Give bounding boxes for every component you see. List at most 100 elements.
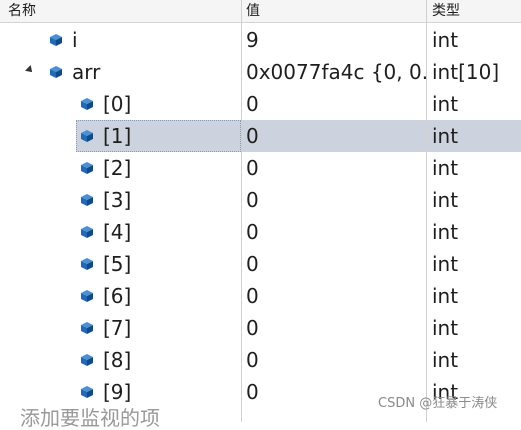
watch-header: 名称 值 类型 — [0, 0, 521, 23]
variable-type: int — [432, 156, 459, 180]
value-cell[interactable]: 0 — [242, 312, 426, 344]
type-cell: int — [427, 248, 521, 280]
variable-name: [4] — [103, 220, 132, 244]
watch-row-element[interactable]: [5] 0 int — [0, 248, 521, 280]
type-cell: int — [427, 280, 521, 312]
variable-value: 0 — [246, 252, 259, 276]
watch-row-i[interactable]: i 9 int — [0, 24, 521, 56]
variable-value: 0 — [246, 316, 259, 340]
name-cell: [1] — [0, 120, 241, 152]
variable-type: int — [432, 316, 459, 340]
variable-name: [7] — [103, 316, 132, 340]
value-cell[interactable]: 0 — [242, 248, 426, 280]
value-cell[interactable]: 0 — [242, 88, 426, 120]
type-cell: int — [427, 152, 521, 184]
type-cell: int — [427, 120, 521, 152]
name-cell: [0] — [0, 88, 241, 120]
type-cell: int — [427, 184, 521, 216]
variable-type: int — [432, 348, 459, 372]
variable-type: int — [432, 188, 459, 212]
variable-name: i — [72, 28, 78, 52]
variable-cube-icon — [81, 386, 93, 398]
type-cell: int — [427, 344, 521, 376]
add-watch-item-input[interactable]: 添加要监视的项 — [20, 406, 160, 430]
watch-row-element[interactable]: [8] 0 int — [0, 344, 521, 376]
watch-row-element[interactable]: [0] 0 int — [0, 88, 521, 120]
name-cell: [6] — [0, 280, 241, 312]
type-cell: int — [427, 312, 521, 344]
variable-name: [8] — [103, 348, 132, 372]
value-cell[interactable]: 0 — [242, 120, 426, 152]
column-header-type[interactable]: 类型 — [432, 0, 460, 22]
name-cell: [2] — [0, 152, 241, 184]
variable-value: 0 — [246, 348, 259, 372]
variable-cube-icon — [81, 258, 93, 270]
value-cell[interactable]: 9 — [242, 24, 426, 56]
watch-row-element[interactable]: [2] 0 int — [0, 152, 521, 184]
variable-name: [9] — [103, 380, 132, 404]
name-cell: [3] — [0, 184, 241, 216]
variable-name: arr — [72, 60, 101, 84]
type-cell: int — [427, 216, 521, 248]
variable-value: 9 — [246, 28, 259, 52]
variable-cube-icon — [81, 98, 93, 110]
variable-name: [5] — [103, 252, 132, 276]
variable-cube-icon — [81, 130, 93, 142]
type-cell: int[10] — [427, 56, 521, 88]
watch-row-element-selected[interactable]: [1] 0 int — [0, 120, 521, 152]
name-cell: [5] — [0, 248, 241, 280]
expand-arrow-icon[interactable] — [25, 65, 35, 75]
variable-type: int — [432, 124, 459, 148]
variable-cube-icon — [81, 194, 93, 206]
type-cell: int — [427, 88, 521, 120]
variable-value: 0 — [246, 220, 259, 244]
name-cell: [9] — [0, 376, 241, 408]
variable-type: int[10] — [432, 60, 500, 84]
name-cell: i — [0, 24, 241, 56]
variable-name: [0] — [103, 92, 132, 116]
watch-row-arr[interactable]: arr 0x0077fa4c {0, 0... int[10] — [0, 56, 521, 88]
variable-cube-icon — [50, 66, 62, 78]
variable-cube-icon — [81, 162, 93, 174]
variable-value: 0x0077fa4c {0, 0... — [246, 60, 426, 84]
watermark: CSDN @狂暴于涛侠 — [378, 396, 498, 411]
value-cell[interactable]: 0 — [242, 344, 426, 376]
variable-cube-icon — [50, 34, 62, 46]
variable-name: [1] — [103, 124, 132, 148]
variable-value: 0 — [246, 188, 259, 212]
variable-name: [3] — [103, 188, 132, 212]
name-cell: [8] — [0, 344, 241, 376]
selection-highlight — [76, 120, 241, 152]
variable-value: 0 — [246, 156, 259, 180]
variable-value: 0 — [246, 124, 259, 148]
watch-row-element[interactable]: [7] 0 int — [0, 312, 521, 344]
type-cell: int — [427, 24, 521, 56]
value-cell[interactable]: 0 — [242, 280, 426, 312]
variable-type: int — [432, 252, 459, 276]
variable-value: 0 — [246, 380, 259, 404]
variable-cube-icon — [81, 354, 93, 366]
variable-name: [6] — [103, 284, 132, 308]
watch-row-element[interactable]: [3] 0 int — [0, 184, 521, 216]
variable-cube-icon — [81, 226, 93, 238]
variable-type: int — [432, 284, 459, 308]
variable-type: int — [432, 92, 459, 116]
variable-type: int — [432, 28, 459, 52]
value-cell[interactable]: 0 — [242, 152, 426, 184]
watch-row-element[interactable]: [6] 0 int — [0, 280, 521, 312]
variable-name: [2] — [103, 156, 132, 180]
value-cell[interactable]: 0x0077fa4c {0, 0... — [242, 56, 426, 88]
value-cell[interactable]: 0 — [242, 216, 426, 248]
variable-value: 0 — [246, 92, 259, 116]
name-cell: arr — [0, 56, 241, 88]
variable-cube-icon — [81, 322, 93, 334]
variable-type: int — [432, 220, 459, 244]
watch-row-element[interactable]: [4] 0 int — [0, 216, 521, 248]
name-cell: [7] — [0, 312, 241, 344]
column-header-name[interactable]: 名称 — [8, 0, 36, 22]
variable-value: 0 — [246, 284, 259, 308]
value-cell[interactable]: 0 — [242, 184, 426, 216]
name-cell: [4] — [0, 216, 241, 248]
variable-cube-icon — [81, 290, 93, 302]
column-header-value[interactable]: 值 — [246, 0, 260, 22]
